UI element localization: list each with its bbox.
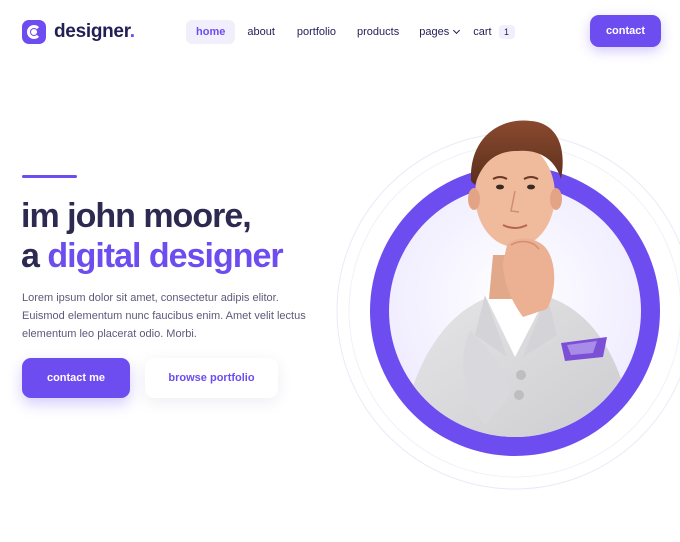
nav-item-products[interactable]: products <box>347 20 409 44</box>
contact-me-button[interactable]: contact me <box>22 358 130 398</box>
accent-line <box>22 175 77 178</box>
chevron-down-icon <box>453 26 461 35</box>
logo-wordmark: designer <box>54 21 130 42</box>
nav-item-cart-label: cart <box>473 26 492 38</box>
nav-item-about[interactable]: about <box>237 20 285 44</box>
nav-item-home[interactable]: home <box>186 20 236 44</box>
browse-portfolio-button[interactable]: browse portfolio <box>145 358 278 398</box>
logo-text: designer. <box>54 21 135 43</box>
main-nav: home about portfolio products pages cart… <box>186 20 525 44</box>
headline-line-1: im john moore, <box>21 197 252 235</box>
logo[interactable]: designer. <box>22 20 135 44</box>
portrait-illustration <box>336 120 680 490</box>
hero-description: Lorem ipsum dolor sit amet, consectetur … <box>22 292 306 340</box>
nav-item-portfolio[interactable]: portfolio <box>287 20 346 44</box>
headline-highlight: digital designer <box>47 237 283 275</box>
contact-button[interactable]: contact <box>590 15 661 47</box>
hero-portrait <box>335 95 680 495</box>
hero-headline: im john moore, a digital designer <box>21 196 284 276</box>
cart-count-badge: 1 <box>498 25 515 39</box>
nav-item-pages[interactable]: pages <box>409 20 469 44</box>
site-header: designer. home about portfolio products … <box>0 0 680 64</box>
headline-line-2-prefix: a <box>21 237 48 275</box>
logo-mark-icon <box>22 20 46 44</box>
logo-dot: . <box>129 21 135 42</box>
nav-item-pages-label: pages <box>419 26 450 38</box>
nav-item-cart[interactable]: cart 1 <box>469 20 524 44</box>
